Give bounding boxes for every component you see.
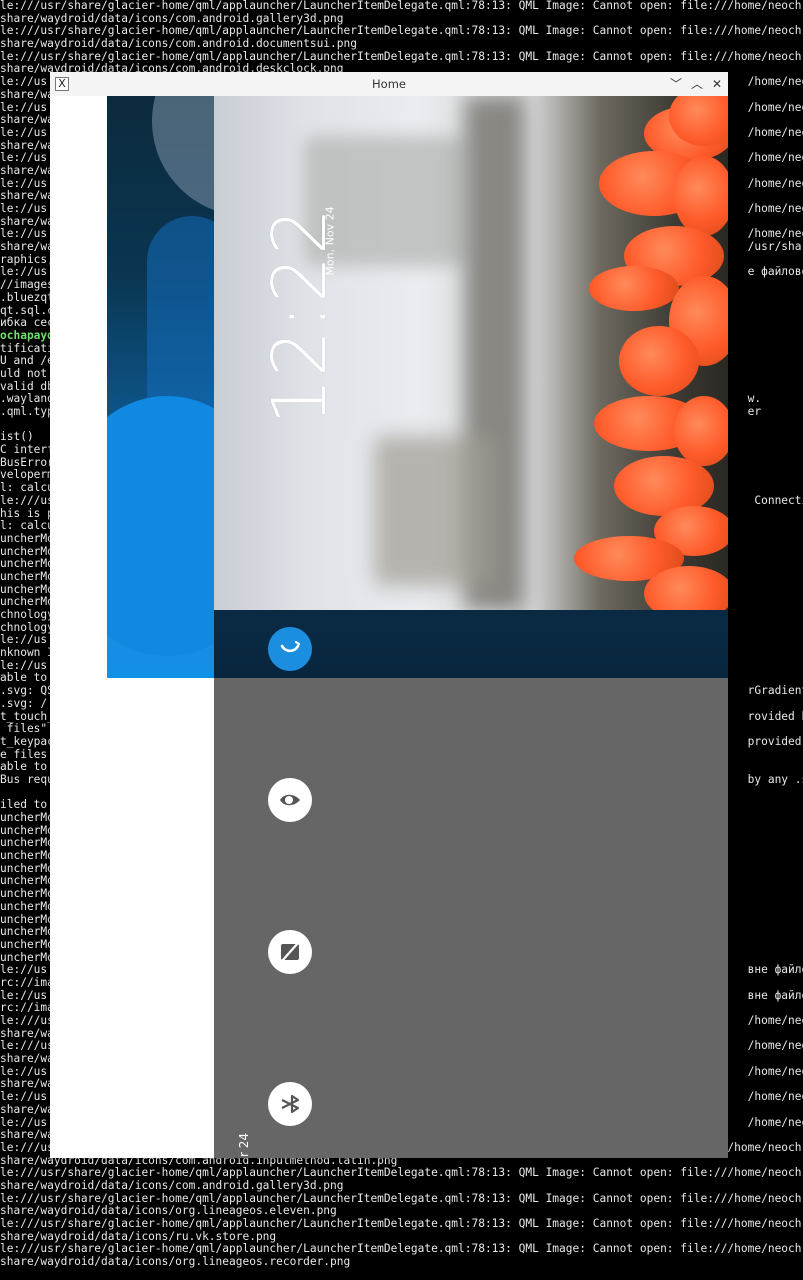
bluetooth-toggle[interactable] [268,1082,312,1126]
home-window[interactable]: X Home ﹀ ︿ ✕ 12:22 Mon, Nov 24 r 24 [50,72,728,1158]
terminal-line: share/waydroid/data/icons/org.lineageos.… [0,1256,351,1269]
terminal-line: share/waydroid/data/icons/ru.vk.store.pn… [0,1230,277,1243]
decor-circle [107,396,214,656]
window-titlebar[interactable]: X Home ﹀ ︿ ✕ [50,72,728,97]
lockscreen-clock: 12:22 Mon, Nov 24 [255,191,345,441]
moon-icon [280,640,301,653]
lock-date-fragment-text: r 24 [237,1132,251,1158]
side-panel [107,96,214,678]
terminal-line: share/waydroid/data/icons/com.android.do… [0,38,357,51]
lock-date-fragment: r 24 [234,1130,254,1160]
window-content: 12:22 Mon, Nov 24 r 24 [50,96,728,1158]
screen-toggle[interactable] [268,930,312,974]
decor-circle [152,96,214,216]
wallpaper-blur [374,436,494,586]
close-button[interactable]: ✕ [709,76,725,92]
app-icon: X [55,77,69,91]
screen-off-icon [281,942,299,962]
terminal-line: le:///usr/share/glacier-home/qml/applaun… [0,1167,802,1180]
clock-date: Mon, Nov 24 [323,206,337,276]
terminal-line: share/waydroid/data/icons/com.android.ga… [0,12,344,25]
night-mode-toggle[interactable] [268,627,312,671]
terminal-line: le:///usr/share/glacier-home/qml/applaun… [0,1192,802,1205]
terminal-line: share/waydroid/data/icons/com.android.ga… [0,1179,344,1192]
blank-area [50,96,107,1158]
terminal-line: le:///usr/share/glacier-home/qml/applaun… [0,1243,802,1256]
terminal-line: share/waydroid/data/icons/org.lineageos.… [0,1205,337,1218]
terminal-line: le:///usr/share/glacier-home/qml/applaun… [0,1218,802,1230]
bluetooth-icon [281,1094,300,1114]
minimize-button[interactable]: ﹀ [668,76,684,92]
terminal-line: le:///usr/share/glacier-home/qml/applaun… [0,50,802,63]
location-icon [280,794,300,806]
terminal-line: le:///usr/share/glacier-home/qml/applaun… [0,25,802,38]
maximize-button[interactable]: ︿ [689,76,705,92]
window-title: Home [372,77,406,91]
location-toggle[interactable] [268,778,312,822]
terminal-line: le:///usr/share/glacier-home/qml/applaun… [0,0,802,12]
